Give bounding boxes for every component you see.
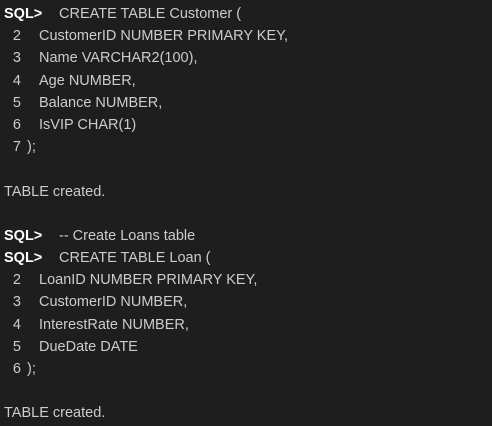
code-text: Name VARCHAR2(100), (39, 50, 198, 67)
line-number: 4 (12, 72, 21, 89)
command-text: CREATE TABLE Customer ( (59, 6, 242, 22)
continuation-line: 3 CustomerID NUMBER, (4, 291, 492, 313)
line-number: 7 (12, 139, 21, 156)
continuation-line: 2 CustomerID NUMBER PRIMARY KEY, (4, 25, 492, 47)
line-number: 2 (12, 28, 21, 45)
code-text: ); (27, 139, 36, 156)
continuation-line: 4 Age NUMBER, (4, 70, 492, 92)
sql-terminal-output[interactable]: SQL> CREATE TABLE Customer ( 2 CustomerID … (0, 0, 492, 426)
code-text: LoanID NUMBER PRIMARY KEY, (39, 272, 258, 289)
code-text: DueDate DATE (39, 338, 138, 355)
code-text: CustomerID NUMBER PRIMARY KEY, (39, 28, 288, 45)
prompt-line: SQL> CREATE TABLE Customer ( (4, 3, 492, 25)
sql-prompt: SQL> (4, 227, 43, 244)
result-text: TABLE created. (4, 183, 106, 200)
line-number: 3 (12, 50, 21, 67)
code-text: InterestRate NUMBER, (39, 316, 189, 333)
continuation-line: 6 IsVIP CHAR(1) (4, 114, 492, 136)
line-number: 2 (12, 272, 21, 289)
continuation-line: 3 Name VARCHAR2(100), (4, 47, 492, 69)
continuation-line: 4 InterestRate NUMBER, (4, 314, 492, 336)
line-number: 6 (12, 116, 21, 133)
command-text: CREATE TABLE Loan ( (59, 250, 211, 267)
line-number: 4 (12, 316, 21, 333)
line-number: 6 (12, 361, 21, 377)
continuation-line: 2 LoanID NUMBER PRIMARY KEY, (4, 269, 492, 291)
continuation-line: 5 Balance NUMBER, (4, 92, 492, 114)
code-text: IsVIP CHAR(1) (39, 116, 137, 133)
prompt-line: SQL> CREATE TABLE Loan ( (4, 247, 492, 269)
code-text: CustomerID NUMBER, (39, 294, 188, 311)
continuation-line: 7); (4, 136, 492, 158)
sql-prompt: SQL> (4, 250, 43, 267)
prompt-line: SQL> -- Create Loans table (4, 225, 492, 247)
result-line: TABLE created. (4, 402, 492, 424)
continuation-line: 6); (4, 358, 492, 380)
result-text: TABLE created. (4, 405, 106, 422)
comment-text: -- Create Loans table (59, 227, 196, 244)
result-line: TABLE created. (4, 181, 492, 203)
sql-prompt: SQL> (4, 6, 43, 22)
code-text: ); (27, 361, 36, 377)
line-number: 5 (12, 94, 21, 111)
code-text: Balance NUMBER, (39, 94, 163, 111)
continuation-line: 5 DueDate DATE (4, 336, 492, 358)
line-number: 3 (12, 294, 21, 311)
code-text: Age NUMBER, (39, 72, 136, 89)
line-number: 5 (12, 338, 21, 355)
